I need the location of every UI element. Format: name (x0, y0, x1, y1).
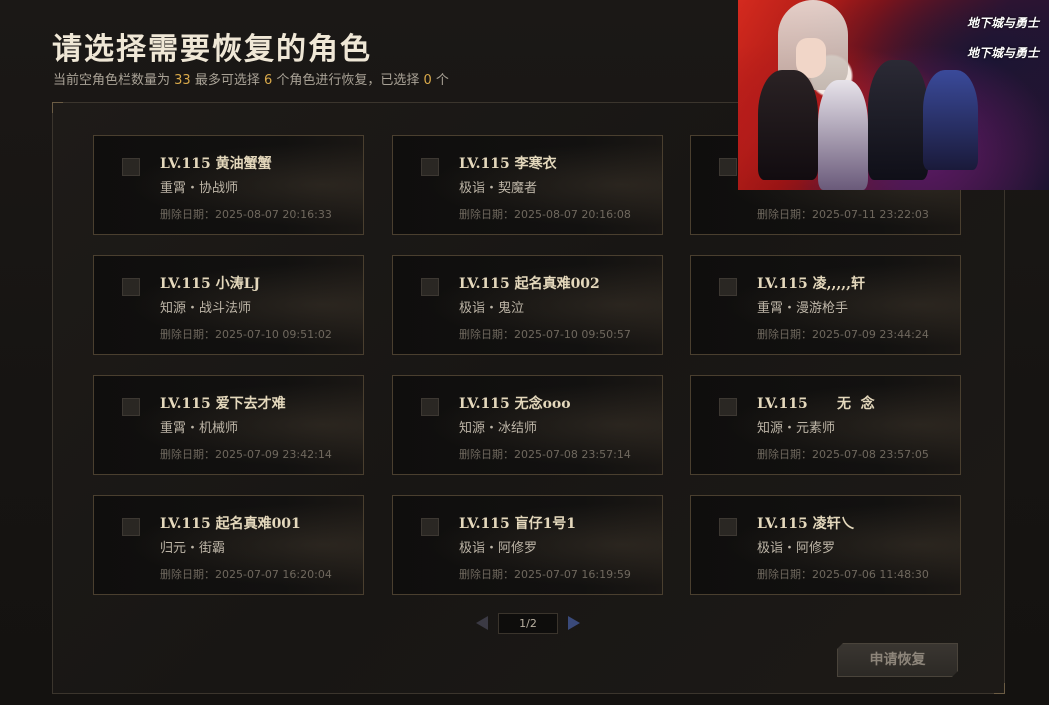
slot-info-mid2: 个角色进行恢复，已选择 (272, 73, 424, 88)
character-name: LV.115 无念ooo (459, 396, 571, 412)
banner-figure (818, 80, 868, 190)
character-list-panel: LV.115 黄油蟹蟹 重霄・协战师 删除日期：2025-08-07 20:16… (52, 102, 1005, 694)
apply-restore-button[interactable]: 申请恢复 (837, 643, 958, 677)
pagination: 1/2 (474, 613, 584, 635)
slot-info-post: 个 (431, 73, 449, 88)
character-checkbox[interactable] (122, 278, 140, 296)
character-card[interactable]: LV.115 无 念 知源・元素师 删除日期：2025-07-08 23:57:… (690, 375, 961, 475)
character-name: LV.115 凌轩乀 (757, 516, 855, 532)
character-class: 归元・街霸 (160, 541, 226, 556)
page-title: 请选择需要恢复的角色 (52, 32, 372, 67)
promo-banner-image: 地下城与勇士 地下城与勇士 (738, 0, 1049, 190)
delete-date: 删除日期：2025-07-10 09:51:02 (160, 328, 332, 341)
panel-corner-decoration (994, 683, 1005, 694)
delete-date: 删除日期：2025-07-08 23:57:14 (459, 448, 631, 461)
character-class: 极诣・鬼泣 (459, 301, 525, 316)
character-card[interactable]: LV.115 爱下去才难 重霄・机械师 删除日期：2025-07-09 23:4… (93, 375, 364, 475)
character-checkbox[interactable] (122, 158, 140, 176)
character-card[interactable]: LV.115 凌,,,,,轩 重霄・漫游枪手 删除日期：2025-07-09 2… (690, 255, 961, 355)
slot-info-mid: 最多可选择 (190, 73, 264, 88)
arrow-left-icon[interactable] (476, 616, 488, 630)
character-name: LV.115 爱下去才难 (160, 396, 286, 412)
delete-date: 删除日期：2025-07-07 16:19:59 (459, 568, 631, 581)
character-checkbox[interactable] (122, 518, 140, 536)
delete-date: 删除日期：2025-07-10 09:50:57 (459, 328, 631, 341)
delete-date: 删除日期：2025-07-08 23:57:05 (757, 448, 929, 461)
character-card[interactable]: LV.115 凌轩乀 极诣・阿修罗 删除日期：2025-07-06 11:48:… (690, 495, 961, 595)
banner-figure (923, 70, 978, 170)
empty-slot-count: 33 (174, 73, 191, 88)
character-name: LV.115 起名真难001 (160, 516, 301, 532)
character-card[interactable]: LV.115 起名真难001 归元・街霸 删除日期：2025-07-07 16:… (93, 495, 364, 595)
character-card[interactable]: LV.115 起名真难002 极诣・鬼泣 删除日期：2025-07-10 09:… (392, 255, 663, 355)
character-class: 知源・战斗法师 (160, 301, 252, 316)
character-name: LV.115 李寒衣 (459, 156, 557, 172)
banner-figure (868, 60, 928, 180)
character-class: 极诣・阿修罗 (757, 541, 836, 556)
character-class: 知源・冰结师 (459, 421, 538, 436)
character-class: 知源・元素师 (757, 421, 836, 436)
character-card[interactable]: LV.115 黄油蟹蟹 重霄・协战师 删除日期：2025-08-07 20:16… (93, 135, 364, 235)
character-card[interactable]: LV.115 李寒衣 极诣・契魔者 删除日期：2025-08-07 20:16:… (392, 135, 663, 235)
page-indicator: 1/2 (498, 613, 558, 634)
character-checkbox[interactable] (421, 158, 439, 176)
banner-figure (758, 70, 818, 180)
character-card[interactable]: LV.115 小涛LJ 知源・战斗法师 删除日期：2025-07-10 09:5… (93, 255, 364, 355)
delete-date: 删除日期：2025-07-07 16:20:04 (160, 568, 332, 581)
character-class: 重霄・机械师 (160, 421, 239, 436)
character-class: 重霄・协战师 (160, 181, 239, 196)
character-checkbox[interactable] (719, 158, 737, 176)
character-checkbox[interactable] (719, 518, 737, 536)
character-name: LV.115 凌,,,,,轩 (757, 276, 865, 292)
slot-info-text: 当前空角色栏数量为 33 最多可选择 6 个角色进行恢复，已选择 0 个 (53, 69, 449, 88)
character-checkbox[interactable] (421, 278, 439, 296)
character-class: 重霄・漫游枪手 (757, 301, 849, 316)
arrow-right-icon[interactable] (568, 616, 580, 630)
character-checkbox[interactable] (719, 278, 737, 296)
delete-date: 删除日期：2025-08-07 20:16:08 (459, 208, 631, 221)
character-checkbox[interactable] (421, 398, 439, 416)
delete-date: 删除日期：2025-07-11 23:22:03 (757, 208, 929, 221)
character-card[interactable]: LV.115 盲仔1号1 极诣・阿修罗 删除日期：2025-07-07 16:1… (392, 495, 663, 595)
max-select-count: 6 (263, 73, 273, 88)
character-name: LV.115 黄油蟹蟹 (160, 156, 272, 172)
character-name: LV.115 小涛LJ (160, 276, 261, 292)
slot-info-pre: 当前空角色栏数量为 (53, 73, 175, 88)
game-logo: 地下城与勇士 (966, 46, 1039, 60)
selected-count: 0 (423, 73, 432, 88)
character-checkbox[interactable] (719, 398, 737, 416)
game-logo: 地下城与勇士 (966, 16, 1039, 30)
character-card[interactable]: LV.115 无念ooo 知源・冰结师 删除日期：2025-07-08 23:5… (392, 375, 663, 475)
character-name: LV.115 无 念 (757, 396, 875, 412)
delete-date: 删除日期：2025-07-06 11:48:30 (757, 568, 929, 581)
character-class: 极诣・阿修罗 (459, 541, 538, 556)
delete-date: 删除日期：2025-07-09 23:44:24 (757, 328, 929, 341)
character-checkbox[interactable] (122, 398, 140, 416)
delete-date: 删除日期：2025-07-09 23:42:14 (160, 448, 332, 461)
character-class: 极诣・契魔者 (459, 181, 538, 196)
delete-date: 删除日期：2025-08-07 20:16:33 (160, 208, 332, 221)
character-name: LV.115 盲仔1号1 (459, 516, 577, 532)
character-name: LV.115 起名真难002 (459, 276, 600, 292)
character-checkbox[interactable] (421, 518, 439, 536)
